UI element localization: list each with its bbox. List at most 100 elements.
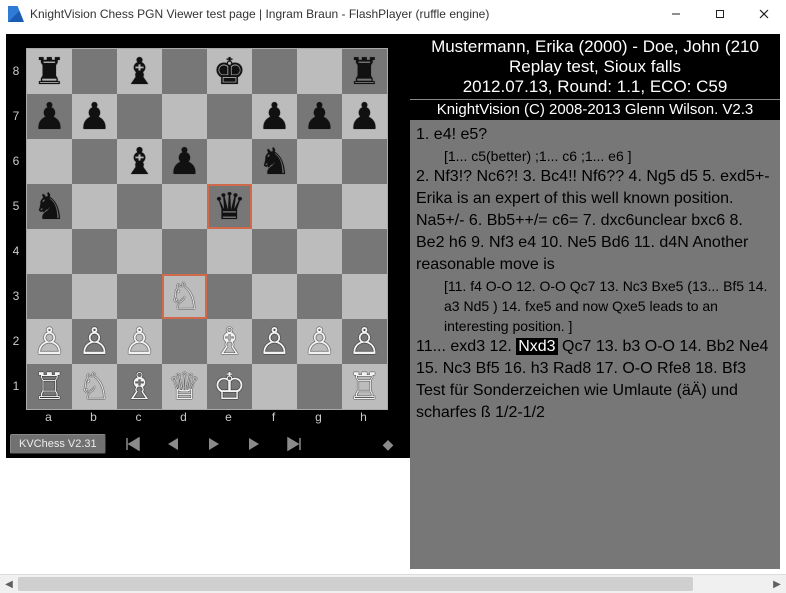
scroll-right-button[interactable]: ▶ bbox=[768, 576, 786, 592]
square-a3[interactable] bbox=[27, 274, 72, 319]
square-b8[interactable] bbox=[72, 49, 117, 94]
square-g4[interactable] bbox=[297, 229, 342, 274]
square-d1[interactable]: ♕ bbox=[162, 364, 207, 409]
scroll-left-button[interactable]: ◀ bbox=[0, 576, 18, 592]
piece-K[interactable]: ♔ bbox=[207, 364, 252, 409]
square-g2[interactable]: ♙ bbox=[297, 319, 342, 364]
move-segment[interactable]: 2. Nf3!? Nc6?! 3. Bc4!! Nf6?? 4. Ng5 d5 … bbox=[416, 168, 770, 273]
square-g5[interactable] bbox=[297, 184, 342, 229]
variation[interactable]: [11. f4 O-O 12. O-O Qc7 13. Nc3 Bxe5 (13… bbox=[416, 276, 774, 336]
square-g3[interactable] bbox=[297, 274, 342, 319]
square-f3[interactable] bbox=[252, 274, 297, 319]
square-c4[interactable] bbox=[117, 229, 162, 274]
move-segment[interactable]: 11... exd3 12. bbox=[416, 338, 516, 355]
square-d6[interactable]: ♟ bbox=[162, 139, 207, 184]
close-button[interactable] bbox=[742, 0, 786, 28]
square-a2[interactable]: ♙ bbox=[27, 319, 72, 364]
square-d3[interactable]: ♘ bbox=[162, 274, 207, 319]
minimize-button[interactable] bbox=[654, 0, 698, 28]
move-text[interactable]: 1. e4! e5? [1... c5(better) ;1... c6 ;1.… bbox=[410, 120, 780, 430]
variation[interactable]: [1... c5(better) ;1... c6 ;1... e6 ] bbox=[416, 146, 774, 166]
square-d5[interactable] bbox=[162, 184, 207, 229]
square-b1[interactable]: ♘ bbox=[72, 364, 117, 409]
square-b3[interactable] bbox=[72, 274, 117, 319]
square-h5[interactable] bbox=[342, 184, 387, 229]
square-g7[interactable]: ♟ bbox=[297, 94, 342, 139]
maximize-button[interactable] bbox=[698, 0, 742, 28]
square-f2[interactable]: ♙ bbox=[252, 319, 297, 364]
square-d8[interactable] bbox=[162, 49, 207, 94]
piece-P[interactable]: ♙ bbox=[72, 319, 117, 364]
piece-p[interactable]: ♟ bbox=[27, 94, 72, 139]
square-e6[interactable] bbox=[207, 139, 252, 184]
square-h7[interactable]: ♟ bbox=[342, 94, 387, 139]
piece-n[interactable]: ♞ bbox=[27, 184, 72, 229]
square-g1[interactable] bbox=[297, 364, 342, 409]
piece-b[interactable]: ♝ bbox=[117, 49, 162, 94]
square-a8[interactable]: ♜ bbox=[27, 49, 72, 94]
piece-n[interactable]: ♞ bbox=[252, 139, 297, 184]
square-b6[interactable] bbox=[72, 139, 117, 184]
square-e7[interactable] bbox=[207, 94, 252, 139]
square-e8[interactable]: ♚ bbox=[207, 49, 252, 94]
square-b4[interactable] bbox=[72, 229, 117, 274]
prev-move-button[interactable] bbox=[154, 433, 194, 455]
square-f4[interactable] bbox=[252, 229, 297, 274]
next-move-button[interactable] bbox=[234, 433, 274, 455]
square-e2[interactable]: ♗ bbox=[207, 319, 252, 364]
piece-R[interactable]: ♖ bbox=[27, 364, 72, 409]
square-f8[interactable] bbox=[252, 49, 297, 94]
piece-r[interactable]: ♜ bbox=[27, 49, 72, 94]
square-c6[interactable]: ♝ bbox=[117, 139, 162, 184]
piece-r[interactable]: ♜ bbox=[342, 49, 387, 94]
piece-k[interactable]: ♚ bbox=[207, 49, 252, 94]
square-h6[interactable] bbox=[342, 139, 387, 184]
piece-p[interactable]: ♟ bbox=[297, 94, 342, 139]
square-a6[interactable] bbox=[27, 139, 72, 184]
square-a7[interactable]: ♟ bbox=[27, 94, 72, 139]
square-d4[interactable] bbox=[162, 229, 207, 274]
square-c3[interactable] bbox=[117, 274, 162, 319]
play-button[interactable] bbox=[194, 433, 234, 455]
piece-R[interactable]: ♖ bbox=[342, 364, 387, 409]
square-h4[interactable] bbox=[342, 229, 387, 274]
move-segment[interactable]: 1. e4! e5? bbox=[416, 126, 487, 143]
square-c7[interactable] bbox=[117, 94, 162, 139]
square-c1[interactable]: ♗ bbox=[117, 364, 162, 409]
square-d2[interactable] bbox=[162, 319, 207, 364]
square-b5[interactable] bbox=[72, 184, 117, 229]
square-f5[interactable] bbox=[252, 184, 297, 229]
piece-b[interactable]: ♝ bbox=[117, 139, 162, 184]
first-move-button[interactable] bbox=[114, 433, 154, 455]
square-a1[interactable]: ♖ bbox=[27, 364, 72, 409]
square-c5[interactable] bbox=[117, 184, 162, 229]
piece-Q[interactable]: ♕ bbox=[162, 364, 207, 409]
square-e1[interactable]: ♔ bbox=[207, 364, 252, 409]
chess-board[interactable]: ♜♝♚♜♟♟♟♟♟♝♟♞♞♛♘♙♙♙♗♙♙♙♖♘♗♕♔♖ bbox=[26, 48, 388, 410]
piece-p[interactable]: ♟ bbox=[342, 94, 387, 139]
square-f1[interactable] bbox=[252, 364, 297, 409]
square-b2[interactable]: ♙ bbox=[72, 319, 117, 364]
square-h1[interactable]: ♖ bbox=[342, 364, 387, 409]
scrollbar-thumb[interactable] bbox=[18, 577, 693, 591]
square-h3[interactable] bbox=[342, 274, 387, 319]
piece-p[interactable]: ♟ bbox=[162, 139, 207, 184]
square-e3[interactable] bbox=[207, 274, 252, 319]
square-e4[interactable] bbox=[207, 229, 252, 274]
last-move-button[interactable] bbox=[274, 433, 314, 455]
square-c8[interactable]: ♝ bbox=[117, 49, 162, 94]
square-e5[interactable]: ♛ bbox=[207, 184, 252, 229]
piece-P[interactable]: ♙ bbox=[117, 319, 162, 364]
square-c2[interactable]: ♙ bbox=[117, 319, 162, 364]
square-f6[interactable]: ♞ bbox=[252, 139, 297, 184]
piece-q[interactable]: ♛ bbox=[207, 184, 252, 229]
piece-N[interactable]: ♘ bbox=[72, 364, 117, 409]
piece-B[interactable]: ♗ bbox=[117, 364, 162, 409]
square-a5[interactable]: ♞ bbox=[27, 184, 72, 229]
scrollbar-track[interactable] bbox=[18, 576, 768, 592]
piece-p[interactable]: ♟ bbox=[72, 94, 117, 139]
piece-N[interactable]: ♘ bbox=[162, 274, 207, 319]
square-b7[interactable]: ♟ bbox=[72, 94, 117, 139]
square-f7[interactable]: ♟ bbox=[252, 94, 297, 139]
square-g8[interactable] bbox=[297, 49, 342, 94]
